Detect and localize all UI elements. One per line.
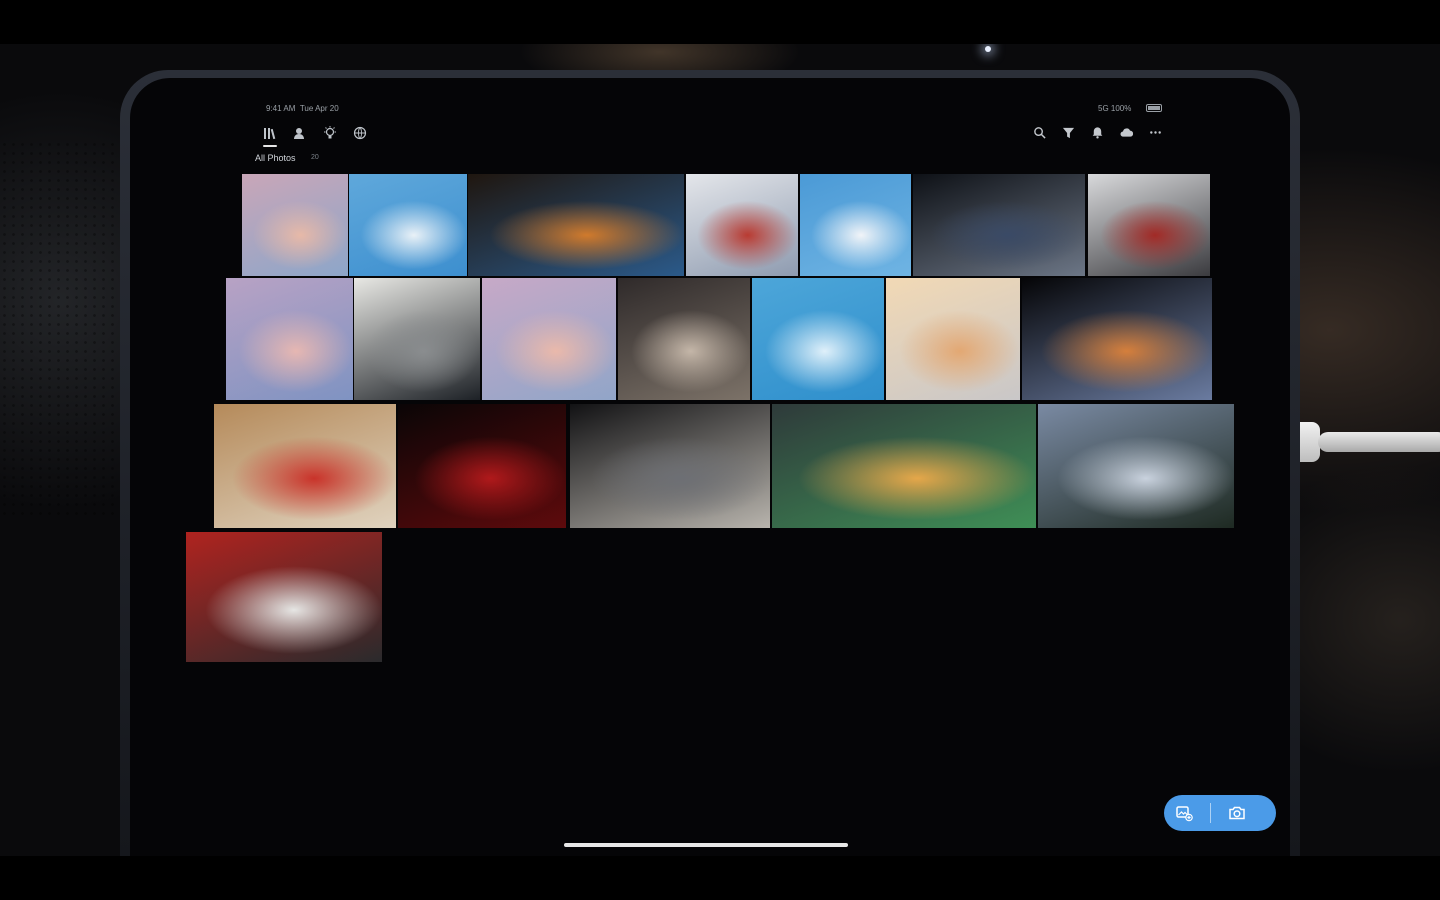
photo-thumbnail[interactable]	[186, 532, 382, 662]
dashboard-light	[985, 46, 991, 52]
home-indicator	[564, 843, 848, 847]
people-icon[interactable]	[290, 123, 310, 143]
photo-thumbnail[interactable]	[349, 174, 467, 276]
photo-thumbnail[interactable]	[913, 174, 1085, 276]
battery-icon	[1146, 104, 1162, 112]
ipad-device: 9:41 AM Tue Apr 20 5G 100% All Photos 20	[120, 70, 1300, 856]
fab-divider	[1210, 803, 1211, 823]
photo-thumbnail[interactable]	[800, 174, 911, 276]
status-time: 9:41 AM Tue Apr 20	[266, 104, 339, 113]
photo-thumbnail[interactable]	[398, 404, 566, 528]
usb-c-cable	[1318, 432, 1440, 452]
camera-button[interactable]	[1217, 795, 1257, 831]
add-photos-fab	[1164, 795, 1276, 831]
ipad-screen: 9:41 AM Tue Apr 20 5G 100% All Photos 20	[130, 78, 1290, 856]
status-signal: 5G 100%	[1098, 104, 1132, 113]
photo-thumbnail[interactable]	[1088, 174, 1210, 276]
photo-thumbnail[interactable]	[752, 278, 884, 400]
cloud-sync-icon[interactable]	[1117, 123, 1135, 141]
learn-lightbulb-icon[interactable]	[320, 123, 340, 143]
filter-icon[interactable]	[1059, 123, 1077, 141]
photo-thumbnail[interactable]	[772, 404, 1036, 528]
album-count: 20	[311, 154, 319, 161]
photo-thumbnail[interactable]	[226, 278, 353, 400]
more-icon[interactable]	[1146, 123, 1164, 141]
photo-thumbnail[interactable]	[1038, 404, 1234, 528]
letterbox-bottom	[0, 856, 1440, 900]
photo-thumbnail[interactable]	[686, 174, 798, 276]
search-icon[interactable]	[1030, 123, 1048, 141]
photo-thumbnail[interactable]	[242, 174, 348, 276]
library-icon[interactable]	[260, 123, 280, 147]
photo-thumbnail[interactable]	[468, 174, 684, 276]
add-photo-button[interactable]	[1164, 795, 1204, 831]
photo-thumbnail[interactable]	[570, 404, 770, 528]
add-photo-icon	[1176, 806, 1193, 822]
camera-icon	[1229, 806, 1245, 820]
photo-thumbnail[interactable]	[886, 278, 1020, 400]
letterbox-top	[0, 0, 1440, 44]
photo-thumbnail[interactable]	[354, 278, 480, 400]
bell-icon[interactable]	[1088, 123, 1106, 141]
photo-thumbnail[interactable]	[1022, 278, 1212, 400]
photo-thumbnail[interactable]	[482, 278, 616, 400]
album-title: All Photos	[255, 153, 296, 163]
photo-thumbnail[interactable]	[618, 278, 750, 400]
discover-globe-icon[interactable]	[350, 123, 370, 143]
photo-thumbnail[interactable]	[214, 404, 396, 528]
